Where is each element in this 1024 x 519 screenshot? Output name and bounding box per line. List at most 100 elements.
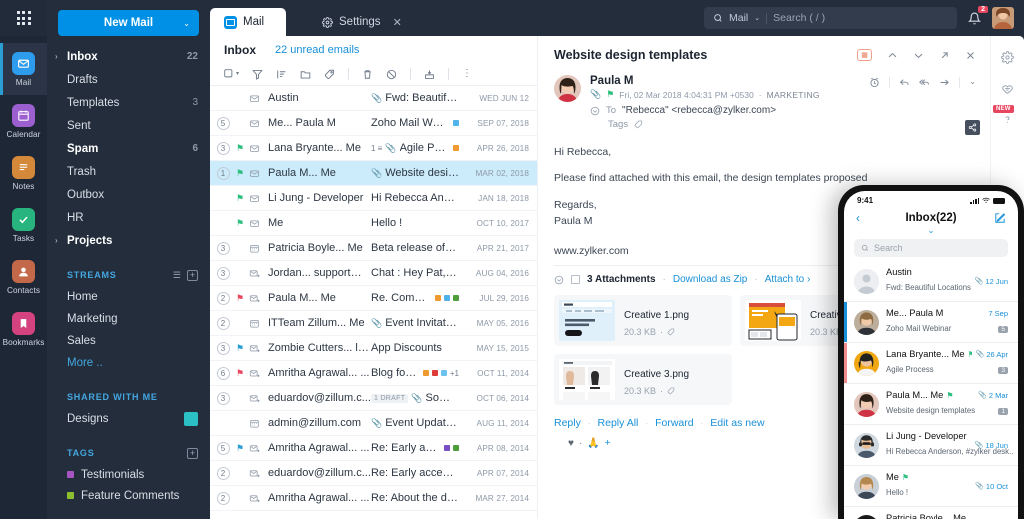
- reply-all-icon[interactable]: [919, 77, 930, 88]
- rail-item-calendar[interactable]: Calendar: [0, 95, 47, 147]
- new-mail-button[interactable]: New Mail ⌄: [58, 10, 199, 36]
- attach-to-link[interactable]: Attach to ›: [765, 274, 811, 285]
- move-to-folder-icon[interactable]: [300, 69, 311, 80]
- flag-icon[interactable]: ⚑: [236, 443, 249, 454]
- stream-item-marketing[interactable]: Marketing: [47, 308, 210, 330]
- attachment-card[interactable]: Creative 3.png 20.3 KB ·: [554, 354, 732, 406]
- add-tag-icon[interactable]: +: [187, 447, 198, 459]
- message-row[interactable]: 2⚑ Paula M... Me Re. Comparison ... JUL 29,…: [210, 286, 537, 311]
- message-row[interactable]: 3 eduardov@zillum.c...1 DRAFT📎Some snaps …: [210, 386, 537, 411]
- stream-item-home[interactable]: Home: [47, 286, 210, 308]
- emoji-reaction-icon[interactable]: 🙏: [587, 438, 599, 449]
- tag-icon[interactable]: [667, 328, 675, 336]
- add-stream-icon[interactable]: +: [187, 269, 198, 281]
- sidebar-item-drafts[interactable]: Drafts: [47, 68, 210, 91]
- chevron-down-icon[interactable]: ⌄: [183, 19, 190, 28]
- mobile-message-row[interactable]: Paula M... Me ⚑ Website design templates 📎 2…: [844, 384, 1018, 425]
- sidebar-item-spam[interactable]: Spam 6: [47, 137, 210, 160]
- expand-recipients-icon[interactable]: [590, 106, 600, 116]
- sidebar-item-hr[interactable]: HR: [47, 206, 210, 229]
- stream-item-sales[interactable]: Sales: [47, 330, 210, 352]
- tag-item-testimonials[interactable]: Testimonials: [47, 464, 210, 485]
- flag-icon[interactable]: ⚑: [236, 293, 249, 304]
- select-all-checkbox[interactable]: ▾: [224, 69, 239, 79]
- notifications-button[interactable]: 2: [968, 5, 988, 25]
- mobile-message-row[interactable]: Austin Fwd: Beautiful Locations 📎 12 Jun: [844, 261, 1018, 302]
- edit-as-new-button[interactable]: Edit as new: [710, 417, 764, 429]
- reply-all-button[interactable]: Reply All: [598, 417, 639, 429]
- sidebar-item-projects[interactable]: › Projects: [47, 229, 210, 252]
- tab-settings[interactable]: Settings ✕: [308, 8, 416, 36]
- rail-item-mail[interactable]: Mail: [0, 43, 47, 95]
- search-input[interactable]: Search ( / ): [773, 12, 825, 24]
- heart-badge-icon[interactable]: [1001, 82, 1014, 95]
- flag-icon[interactable]: ⚑: [236, 343, 249, 354]
- next-email-icon[interactable]: [913, 50, 924, 61]
- forward-icon[interactable]: [939, 77, 950, 88]
- tag-icon[interactable]: [667, 387, 675, 395]
- message-row[interactable]: 2 Amritha Agrawal... ... Re: About the de m…: [210, 486, 537, 511]
- mobile-message-row[interactable]: Me... Paula M Zoho Mail Webinar 7 Sep 5: [844, 302, 1018, 343]
- rail-item-notes[interactable]: Notes: [0, 147, 47, 199]
- mobile-message-row[interactable]: Me ⚑ Hello ! 📎 10 Oct: [844, 466, 1018, 507]
- compose-icon[interactable]: [994, 212, 1006, 224]
- tag-icon[interactable]: [634, 120, 643, 129]
- search-scope-label[interactable]: Mail: [729, 12, 748, 24]
- message-row[interactable]: 3 Patricia Boyle... Me Beta release of app…: [210, 236, 537, 261]
- forward-button[interactable]: Forward: [655, 417, 694, 429]
- attachments-checkbox[interactable]: [571, 275, 580, 285]
- sidebar-item-templates[interactable]: Templates 3: [47, 91, 210, 114]
- reply-icon[interactable]: [899, 77, 910, 88]
- download-as-zip-link[interactable]: Download as Zip: [673, 274, 747, 285]
- chevron-down-icon[interactable]: ⌄: [754, 14, 760, 22]
- message-row[interactable]: 2 ITTeam Zillum... Me 📎Event Invitation - …: [210, 311, 537, 336]
- spam-icon[interactable]: [386, 69, 397, 80]
- flag-icon[interactable]: ⚑: [236, 193, 249, 204]
- chevron-right-icon[interactable]: ›: [55, 52, 58, 61]
- message-row[interactable]: 3⚑ Lana Bryante... Me 1 ≡📎Agile Process APR…: [210, 136, 537, 161]
- message-row[interactable]: 2 eduardov@zillum.c...Re: Early access to…: [210, 461, 537, 486]
- message-row[interactable]: ⚑ Li Jung - Developer Hi Rebecca Anderson,…: [210, 186, 537, 211]
- message-row[interactable]: 1⚑ Paula M... Me 📎Website design temp... MA…: [210, 161, 537, 186]
- flag-icon[interactable]: ⚑: [236, 368, 249, 379]
- app-launcher-button[interactable]: [0, 0, 47, 36]
- unread-count-link[interactable]: 22 unread emails: [275, 44, 359, 56]
- tag-icon[interactable]: [324, 69, 335, 80]
- mobile-message-row[interactable]: Li Jung - Developer⚑Hi Rebecca Anderson,…: [844, 425, 1018, 466]
- tag-item-feature-comments[interactable]: Feature Comments: [47, 485, 210, 506]
- sidebar-item-inbox[interactable]: › Inbox 22: [47, 45, 210, 68]
- sidebar-item-outbox[interactable]: Outbox: [47, 183, 210, 206]
- previous-email-icon[interactable]: [887, 50, 898, 61]
- archive-icon[interactable]: [424, 69, 435, 80]
- rail-item-bookmarks[interactable]: Bookmarks: [0, 303, 47, 355]
- chevron-right-icon[interactable]: ›: [55, 236, 58, 245]
- sort-icon[interactable]: [276, 69, 287, 80]
- message-row[interactable]: 3 Jordan... support@z... Chat : Hey Pat, I…: [210, 261, 537, 286]
- shared-item-designs[interactable]: Designs: [47, 408, 210, 430]
- sidebar-item-trash[interactable]: Trash: [47, 160, 210, 183]
- search-bar[interactable]: Mail ⌄ Search ( / ): [704, 7, 957, 29]
- message-row[interactable]: 5 Me... Paula M Zoho Mail Webinar SEP 07, 2…: [210, 111, 537, 136]
- rail-item-tasks[interactable]: Tasks: [0, 199, 47, 251]
- mobile-search-input[interactable]: Search: [854, 239, 1008, 257]
- close-icon[interactable]: ✕: [393, 16, 402, 29]
- message-row[interactable]: 6⚑ Amritha Agrawal... ...Blog for the Be.…: [210, 361, 537, 386]
- sidebar-item-sent[interactable]: Sent: [47, 114, 210, 137]
- chevron-down-icon[interactable]: ⌄: [969, 77, 976, 86]
- avatar[interactable]: [992, 7, 1014, 29]
- more-options-icon[interactable]: ⋮: [462, 69, 472, 79]
- filter-icon[interactable]: [252, 69, 263, 80]
- snooze-icon[interactable]: [869, 77, 880, 88]
- flag-icon[interactable]: ⚑: [236, 168, 249, 179]
- message-row[interactable]: admin@zillum.com 📎Event Updated - De... AU…: [210, 411, 537, 436]
- close-icon[interactable]: [965, 50, 976, 61]
- mobile-message-row[interactable]: Lana Bryante... Me⚑ Agile Process 📎26 Apr 3: [844, 343, 1018, 384]
- message-row[interactable]: ⚑ Me Hello ! OCT 10, 2017: [210, 211, 537, 236]
- message-row[interactable]: Austin 📎Fwd: Beautiful locati... WED JUN 1…: [210, 86, 537, 111]
- reply-button[interactable]: Reply: [554, 417, 581, 429]
- attachment-card[interactable]: Creative 1.png 20.3 KB ·: [554, 295, 732, 347]
- help-icon[interactable]: NEW: [993, 105, 1014, 126]
- heart-reaction-icon[interactable]: ♥: [568, 438, 574, 449]
- gear-icon[interactable]: [1001, 51, 1014, 64]
- chevron-down-icon[interactable]: ⌄: [844, 226, 1018, 235]
